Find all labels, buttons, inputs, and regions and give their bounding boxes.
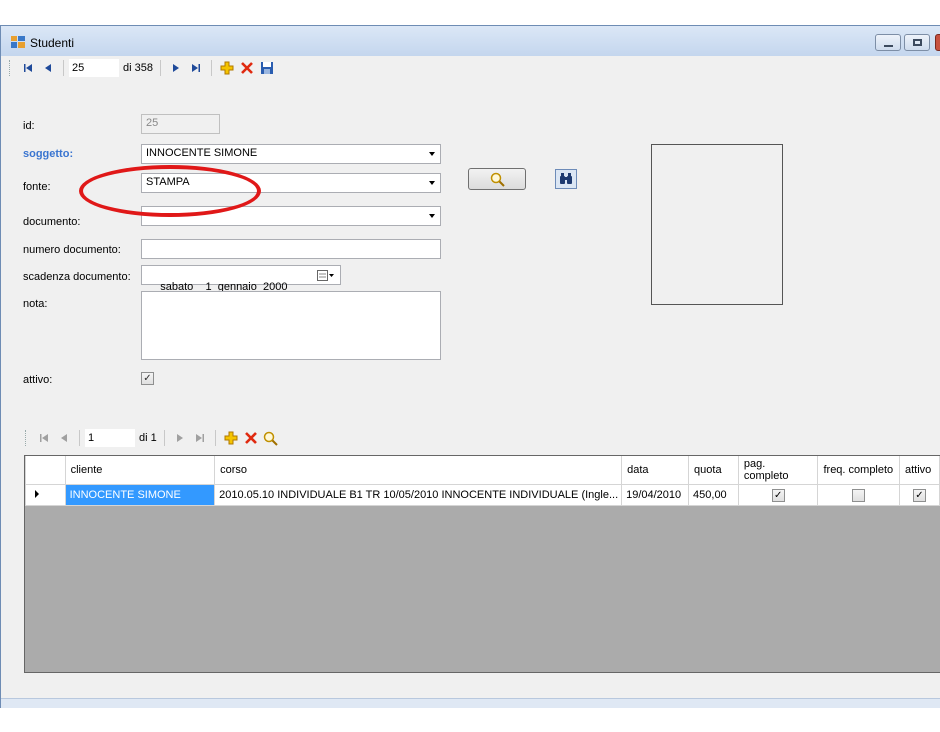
last-record-icon[interactable] <box>192 430 208 446</box>
next-record-icon[interactable] <box>168 60 184 76</box>
window-title: Studenti <box>30 36 75 50</box>
save-icon[interactable] <box>259 60 275 76</box>
nota-textarea[interactable] <box>141 291 441 360</box>
cell-quota[interactable]: 450,00 <box>688 484 739 506</box>
search-button[interactable] <box>468 168 526 190</box>
id-field: 25 <box>141 114 220 134</box>
minimize-button[interactable] <box>875 34 901 51</box>
soggetto-label: soggetto: <box>23 148 74 160</box>
status-bar <box>1 698 940 708</box>
studenti-window: Studenti di 358 id <box>0 25 940 708</box>
column-header-cliente[interactable]: cliente <box>64 456 216 485</box>
documento-label: documento: <box>23 216 81 228</box>
toolbar-grip[interactable] <box>25 430 28 446</box>
column-header-pag-completo[interactable]: pag. completo <box>737 456 819 485</box>
magnifier-icon[interactable] <box>263 430 279 446</box>
scadenza-documento-label: scadenza documento: <box>23 271 131 283</box>
courses-grid: cliente corso data quota pag. completo f… <box>24 455 940 673</box>
grid-table: cliente corso data quota pag. completo f… <box>25 456 940 506</box>
freq-completo-checkbox[interactable] <box>852 488 866 502</box>
column-header-freq-completo[interactable]: freq. completo <box>817 456 900 485</box>
soggetto-combobox[interactable]: INNOCENTE SIMONE <box>141 144 441 164</box>
attivo-label: attivo: <box>23 374 53 386</box>
separator <box>210 60 212 76</box>
chevron-down-icon[interactable] <box>429 181 435 185</box>
row-selector[interactable] <box>25 484 66 506</box>
add-icon[interactable] <box>219 60 235 76</box>
chevron-down-icon[interactable] <box>429 152 435 156</box>
cell-cliente[interactable]: INNOCENTE SIMONE <box>64 484 216 506</box>
grid-header-row: cliente corso data quota pag. completo f… <box>25 456 940 485</box>
title-bar: Studenti <box>1 26 940 56</box>
soggetto-value: INNOCENTE SIMONE <box>146 147 258 159</box>
attivo-row-checkbox[interactable]: ✓ <box>913 488 926 502</box>
nota-label: nota: <box>23 298 48 310</box>
maximize-button[interactable] <box>904 34 930 51</box>
cell-data[interactable]: 19/04/2010 <box>621 484 690 506</box>
photo-box <box>651 144 783 305</box>
app-icon <box>11 36 25 48</box>
sub-record-position-input[interactable] <box>85 429 135 447</box>
numero-documento-label: numero documento: <box>23 244 121 256</box>
first-record-icon[interactable] <box>20 60 36 76</box>
column-header-attivo[interactable]: attivo <box>899 456 940 485</box>
chevron-down-icon[interactable] <box>429 214 435 218</box>
separator <box>159 60 161 76</box>
sub-record-count: di 1 <box>139 432 157 444</box>
calendar-dropdown-icon[interactable] <box>317 270 335 281</box>
last-record-icon[interactable] <box>188 60 204 76</box>
record-position-input[interactable] <box>69 59 119 77</box>
delete-icon[interactable] <box>239 60 255 76</box>
previous-record-icon[interactable] <box>56 430 72 446</box>
first-record-icon[interactable] <box>36 430 52 446</box>
annotation-ellipse <box>79 165 261 217</box>
separator <box>214 430 216 446</box>
sub-navigator: di 1 <box>25 427 281 449</box>
table-row[interactable]: INNOCENTE SIMONE 2010.05.10 INDIVIDUALE … <box>25 484 940 506</box>
separator <box>63 60 64 76</box>
previous-record-icon[interactable] <box>40 60 56 76</box>
pag-completo-checkbox[interactable]: ✓ <box>771 488 785 502</box>
column-header-data[interactable]: data <box>621 456 690 485</box>
cell-attivo[interactable]: ✓ <box>899 484 940 506</box>
column-header-corso[interactable]: corso <box>214 456 623 485</box>
separator <box>163 430 165 446</box>
delete-icon[interactable] <box>243 430 259 446</box>
toolbar-grip[interactable] <box>9 60 12 76</box>
magnifier-icon <box>490 172 505 187</box>
current-row-arrow-icon <box>35 490 39 498</box>
attivo-checkbox[interactable]: ✓ <box>141 372 154 385</box>
cell-pag-completo[interactable]: ✓ <box>737 484 819 506</box>
row-header-corner <box>25 456 66 485</box>
add-icon[interactable] <box>223 430 239 446</box>
cell-freq-completo[interactable] <box>817 484 900 506</box>
fonte-label: fonte: <box>23 181 51 193</box>
scadenza-date-picker[interactable]: sabato 1 gennaio 2000 <box>141 265 341 293</box>
record-count: di 358 <box>123 62 153 74</box>
column-header-quota[interactable]: quota <box>688 456 739 485</box>
next-record-icon[interactable] <box>172 430 188 446</box>
main-navigator: di 358 <box>9 57 277 79</box>
separator <box>79 430 80 446</box>
close-button[interactable] <box>935 34 940 51</box>
binoculars-icon <box>560 173 572 184</box>
binoculars-button[interactable] <box>555 169 577 189</box>
cell-corso[interactable]: 2010.05.10 INDIVIDUALE B1 TR 10/05/2010 … <box>214 484 623 506</box>
id-label: id: <box>23 120 35 132</box>
numero-documento-input[interactable] <box>141 239 441 259</box>
